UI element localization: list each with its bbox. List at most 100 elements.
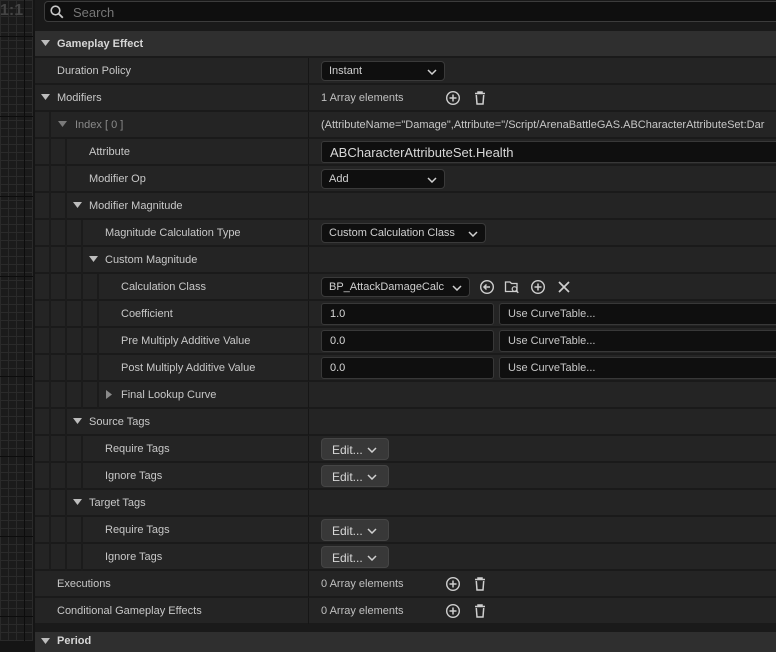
post-multiply-input[interactable]: 0.0 <box>321 357 494 379</box>
array-count: 1 Array elements <box>321 92 404 104</box>
chevron-down-icon <box>427 177 437 183</box>
search-box[interactable] <box>44 1 776 22</box>
viewport-gridline <box>0 376 33 377</box>
use-selected-icon[interactable] <box>479 279 495 295</box>
duration-policy-combo[interactable]: Instant <box>321 61 445 81</box>
details-panel: Gameplay Effect Duration Policy Instant … <box>35 0 776 652</box>
row-pre-multiply-additive-value: Pre Multiply Additive Value 0.0 Use Curv… <box>35 328 776 355</box>
category-title: Gameplay Effect <box>57 38 144 50</box>
row-index-0[interactable]: Index [ 0 ] (AttributeName="Damage",Attr… <box>35 112 776 139</box>
row-source-ignore-tags: Ignore Tags Edit... <box>35 463 776 490</box>
add-element-icon[interactable] <box>445 90 461 106</box>
expand-caret-icon[interactable] <box>106 390 112 399</box>
viewport-gridline <box>0 616 33 617</box>
collapse-caret-icon[interactable] <box>58 121 67 127</box>
target-require-tags-edit-button[interactable]: Edit... <box>321 519 389 541</box>
row-post-multiply-additive-value: Post Multiply Additive Value 0.0 Use Cur… <box>35 355 776 382</box>
viewport-strip: 1:1 <box>0 0 33 641</box>
delete-all-icon[interactable] <box>472 90 488 106</box>
row-label: Magnitude Calculation Type <box>105 227 241 239</box>
calculation-class-combo[interactable]: BP_AttackDamageCalc <box>321 277 470 297</box>
combo-value: BP_AttackDamageCalc <box>329 281 444 293</box>
collapse-caret-icon <box>41 638 50 644</box>
viewport-gridline <box>0 196 33 197</box>
chevron-down-icon <box>367 447 377 453</box>
browse-asset-icon[interactable] <box>504 279 520 295</box>
row-label: Attribute <box>89 146 130 158</box>
collapse-caret-icon[interactable] <box>41 94 50 100</box>
row-modifier-op: Modifier Op Add <box>35 166 776 193</box>
row-duration-policy: Duration Policy Instant <box>35 58 776 84</box>
row-label: Require Tags <box>105 443 170 455</box>
coefficient-input[interactable]: 1.0 <box>321 303 494 325</box>
row-coefficient: Coefficient 1.0 Use CurveTable... <box>35 301 776 328</box>
attribute-field[interactable]: ABCharacterAttributeSet.Health <box>321 141 776 163</box>
add-element-icon[interactable] <box>445 576 461 592</box>
combo-value: Add <box>329 173 349 185</box>
row-final-lookup-curve[interactable]: Final Lookup Curve <box>35 382 776 409</box>
row-magnitude-calc-type: Magnitude Calculation Type Custom Calcul… <box>35 220 776 247</box>
delete-all-icon[interactable] <box>472 603 488 619</box>
row-label: Modifiers <box>57 92 102 104</box>
chevron-down-icon <box>367 528 377 534</box>
row-label: Post Multiply Additive Value <box>121 362 256 374</box>
target-ignore-tags-edit-button[interactable]: Edit... <box>321 546 389 568</box>
row-label: Coefficient <box>121 308 173 320</box>
category-title: Period <box>57 635 92 647</box>
edit-label: Edit... <box>332 524 363 538</box>
pre-multiply-input[interactable]: 0.0 <box>321 330 494 352</box>
search-input[interactable] <box>71 3 475 22</box>
collapse-caret-icon[interactable] <box>73 202 82 208</box>
add-element-icon[interactable] <box>445 603 461 619</box>
collapse-caret-icon <box>41 40 50 46</box>
viewport-gridline <box>0 276 33 277</box>
source-ignore-tags-edit-button[interactable]: Edit... <box>321 465 389 487</box>
viewport-gridline <box>0 116 33 117</box>
modifier-op-combo[interactable]: Add <box>321 169 445 189</box>
source-require-tags-edit-button[interactable]: Edit... <box>321 438 389 460</box>
coefficient-curve-table[interactable]: Use CurveTable... <box>499 303 776 325</box>
collapse-caret-icon[interactable] <box>73 499 82 505</box>
edit-label: Edit... <box>332 551 363 565</box>
row-label: Ignore Tags <box>105 470 163 482</box>
row-source-tags[interactable]: Source Tags <box>35 409 776 436</box>
magnitude-calc-type-combo[interactable]: Custom Calculation Class <box>321 223 486 243</box>
row-conditional-gameplay-effects: Conditional Gameplay Effects 0 Array ele… <box>35 598 776 624</box>
row-target-ignore-tags: Ignore Tags Edit... <box>35 544 776 571</box>
viewport-gridline <box>0 456 33 457</box>
row-label: Final Lookup Curve <box>121 389 217 401</box>
pre-multiply-curve-table[interactable]: Use CurveTable... <box>499 330 776 352</box>
row-label: Require Tags <box>105 524 170 536</box>
row-modifier-magnitude[interactable]: Modifier Magnitude <box>35 193 776 220</box>
category-gameplay-effect[interactable]: Gameplay Effect <box>35 31 776 57</box>
row-source-require-tags: Require Tags Edit... <box>35 436 776 463</box>
row-calculation-class: Calculation Class BP_AttackDamageCalc <box>35 274 776 301</box>
edit-label: Edit... <box>332 470 363 484</box>
row-label: Target Tags <box>89 497 146 509</box>
post-multiply-curve-table[interactable]: Use CurveTable... <box>499 357 776 379</box>
combo-value: Instant <box>329 65 363 77</box>
row-label: Modifier Op <box>89 173 146 185</box>
collapse-caret-icon[interactable] <box>73 418 82 424</box>
row-target-tags[interactable]: Target Tags <box>35 490 776 517</box>
viewport-gridline <box>0 536 33 537</box>
category-period[interactable]: Period <box>35 632 776 652</box>
row-modifiers[interactable]: Modifiers 1 Array elements <box>35 85 776 111</box>
add-element-icon[interactable] <box>530 279 546 295</box>
row-label: Conditional Gameplay Effects <box>57 605 202 617</box>
row-label: Duration Policy <box>57 65 131 77</box>
chevron-down-icon <box>367 555 377 561</box>
array-count: 0 Array elements <box>321 578 404 590</box>
collapse-caret-icon[interactable] <box>89 256 98 262</box>
search-icon <box>50 5 64 19</box>
row-label: Index [ 0 ] <box>75 119 124 131</box>
row-label: Source Tags <box>89 416 150 428</box>
row-custom-magnitude[interactable]: Custom Magnitude <box>35 247 776 274</box>
zoom-label: 1:1 <box>0 2 24 19</box>
row-label: Custom Magnitude <box>105 254 198 266</box>
clear-icon[interactable] <box>556 279 572 295</box>
row-attribute: Attribute ABCharacterAttributeSet.Health <box>35 139 776 166</box>
edit-label: Edit... <box>332 443 363 457</box>
row-target-require-tags: Require Tags Edit... <box>35 517 776 544</box>
delete-all-icon[interactable] <box>472 576 488 592</box>
